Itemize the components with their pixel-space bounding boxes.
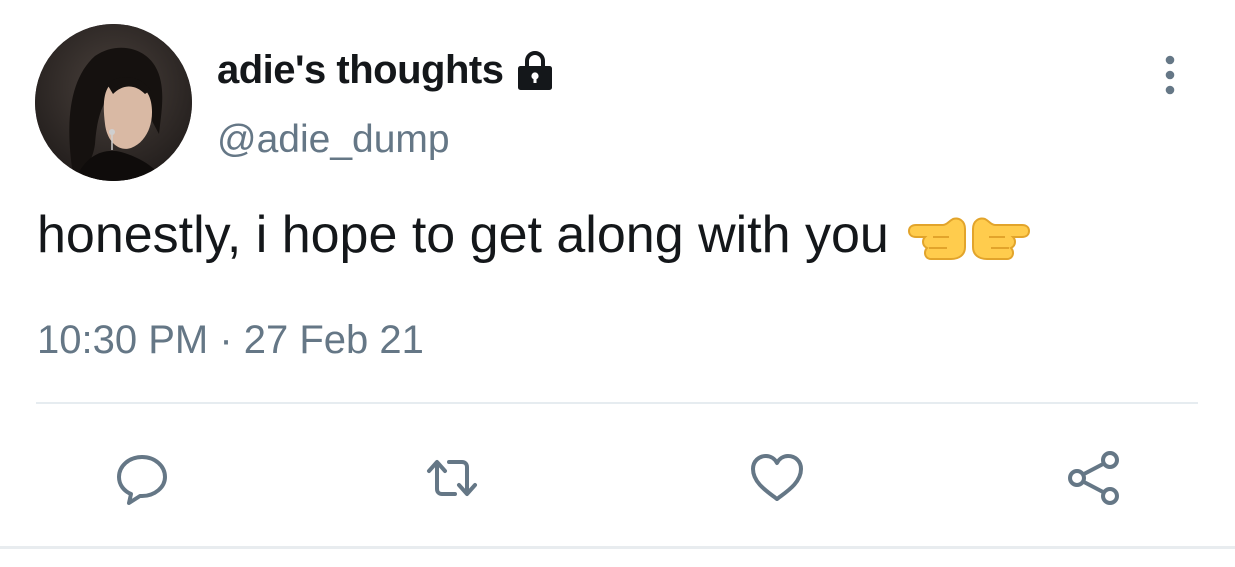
tweet-card: adie's thoughts @adie_dump honestly, i h… <box>0 0 1235 567</box>
pointing-left-emoji-icon <box>907 217 966 260</box>
heart-icon <box>751 454 803 501</box>
tweet-text-row: honestly, i hope to get along with you <box>37 205 1035 265</box>
like-button[interactable] <box>745 446 809 510</box>
author-handle[interactable]: @adie_dump <box>217 118 450 162</box>
share-button[interactable] <box>1062 446 1126 510</box>
tweet-text: honestly, i hope to get along with you <box>37 206 889 264</box>
bottom-divider <box>0 546 1235 549</box>
display-name[interactable]: adie's thoughts <box>217 48 504 93</box>
lock-icon <box>513 48 557 92</box>
share-icon <box>1068 451 1119 505</box>
retweet-button[interactable] <box>420 446 484 510</box>
pointing-right-emoji-icon <box>971 217 1030 260</box>
emoji-group <box>903 207 1035 263</box>
reply-icon <box>117 455 167 505</box>
retweet-icon <box>427 460 477 496</box>
more-vertical-icon <box>1165 55 1175 95</box>
author-row: adie's thoughts <box>217 44 557 96</box>
more-options-button[interactable] <box>1150 50 1190 100</box>
tweet-timestamp[interactable]: 10:30 PM · 27 Feb 21 <box>37 318 424 363</box>
avatar[interactable] <box>35 24 192 181</box>
divider <box>36 402 1198 404</box>
avatar-image <box>35 24 192 181</box>
reply-button[interactable] <box>110 446 174 510</box>
